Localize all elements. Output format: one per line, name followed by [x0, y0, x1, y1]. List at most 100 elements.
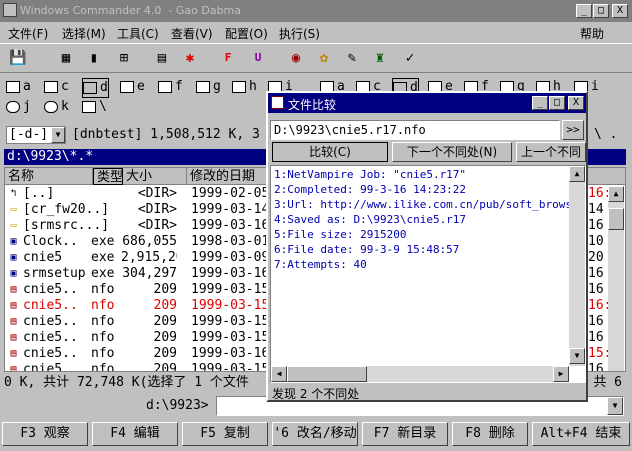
cdrom-icon: [6, 100, 20, 113]
drive-icon: [158, 80, 172, 93]
column-header-name[interactable]: 名称: [5, 168, 93, 185]
lock-icon[interactable]: ♜: [370, 48, 390, 68]
compare-line: 4:Saved as: D:\9923\cnie5.r17: [274, 213, 467, 226]
dialog-title-bar: 文件比较 _ □ X: [268, 93, 586, 113]
parent-dir-icon: ↰: [10, 188, 17, 199]
right-panel-time-fragment: 10: [588, 234, 604, 249]
scroll-down-icon[interactable]: ▼: [569, 348, 585, 364]
document-icon: ▤: [10, 332, 17, 343]
floppy-icon[interactable]: 💾: [8, 48, 28, 68]
file-date: 1999-03-16: [191, 218, 270, 233]
file-size: 209: [153, 298, 177, 313]
menu-file[interactable]: 文件(F): [8, 25, 48, 42]
prev-diff-button[interactable]: 上一个不同: [516, 142, 586, 162]
drive-h[interactable]: h: [232, 78, 257, 96]
drive-icon: [44, 80, 58, 93]
compare-text-view[interactable]: 1:NetVampire Job: "cnie5.r17" 2:Completed…: [270, 165, 586, 383]
drive-e[interactable]: e: [120, 78, 145, 96]
scroll-left-icon[interactable]: ◀: [271, 366, 287, 382]
drive-a[interactable]: a: [6, 78, 31, 96]
dialog-vertical-scrollbar[interactable]: ▲ ▼: [569, 166, 585, 366]
file-date: 1999-03-15: [191, 330, 270, 345]
url-icon[interactable]: U: [248, 48, 268, 68]
notepad-icon[interactable]: ✎: [342, 48, 362, 68]
f4-edit-button[interactable]: F4 编辑: [92, 422, 178, 446]
file-name: [cr_fw20..]: [23, 202, 110, 217]
chevron-down-icon[interactable]: ▼: [51, 127, 65, 143]
minimize-button[interactable]: _: [576, 4, 592, 18]
file-ext: exe: [91, 250, 115, 265]
compare-file-path[interactable]: D:\9923\cnie5.r17.nfo: [270, 120, 560, 140]
scroll-up-icon[interactable]: ▲: [569, 166, 585, 182]
drive-c[interactable]: c: [44, 78, 69, 96]
f5-copy-button[interactable]: F5 复制: [182, 422, 268, 446]
column-header-size[interactable]: 大小: [123, 168, 187, 185]
drive-j[interactable]: j: [6, 98, 31, 116]
dialog-close-button[interactable]: X: [568, 96, 584, 110]
drive-icon: [83, 81, 97, 94]
drive-g[interactable]: g: [196, 78, 221, 96]
copy-names-icon[interactable]: ▤: [152, 48, 172, 68]
next-diff-button[interactable]: 下一个不同处(N): [392, 142, 512, 162]
grid-icon[interactable]: ▦: [56, 48, 76, 68]
compare-icon: [271, 96, 284, 109]
file-date: 1999-03-16: [191, 346, 270, 361]
pack-icon[interactable]: ◉: [286, 48, 306, 68]
document-icon: ▤: [10, 316, 17, 327]
app-icon[interactable]: [3, 3, 17, 17]
cdrom-icon: [44, 100, 58, 113]
compare-button[interactable]: 比较(C): [272, 142, 388, 162]
scroll-thumb[interactable]: [608, 208, 624, 230]
plug-icon[interactable]: ▮: [84, 48, 104, 68]
file-date: 1998-03-01: [191, 234, 270, 249]
menu-tools[interactable]: 工具(C): [117, 25, 159, 42]
browse-button[interactable]: >>: [562, 120, 584, 140]
scroll-right-icon[interactable]: ▶: [553, 366, 569, 382]
dialog-horizontal-scrollbar[interactable]: ◀ ▶: [271, 366, 569, 382]
tree-icon[interactable]: ⊞: [114, 48, 134, 68]
drive-k[interactable]: k: [44, 98, 69, 116]
vertical-scrollbar[interactable]: ▲: [608, 186, 624, 371]
palette-icon[interactable]: ✿: [314, 48, 334, 68]
file-date: 1999-03-15: [191, 282, 270, 297]
status-right: 共 6: [593, 375, 622, 390]
drive-network[interactable]: \: [82, 98, 107, 116]
f3-view-button[interactable]: F3 观察: [2, 422, 88, 446]
drive-d[interactable]: d: [82, 78, 109, 98]
ftp-icon[interactable]: F: [218, 48, 238, 68]
dialog-maximize-button[interactable]: □: [549, 96, 565, 110]
f7-mkdir-button[interactable]: F7 新目录: [362, 422, 448, 446]
scroll-up-icon[interactable]: ▲: [608, 186, 624, 202]
document-icon: ▤: [10, 300, 17, 311]
menu-bar: 文件(F) 选择(M) 工具(C) 查看(V) 配置(O) 执行(S) 帮助: [0, 22, 632, 42]
f8-delete-button[interactable]: F8 删除: [452, 422, 528, 446]
title-bar: Windows Commander 4.0 - Gao Dabma _ □ X: [0, 0, 632, 22]
star-icon[interactable]: ✱: [180, 48, 200, 68]
scroll-thumb[interactable]: [287, 366, 367, 382]
file-size: 304,297: [122, 266, 177, 281]
menu-run[interactable]: 执行(S): [279, 25, 320, 42]
file-date: 1999-03-15: [191, 314, 270, 329]
close-button[interactable]: X: [612, 4, 628, 18]
file-size: 209: [153, 314, 177, 329]
menu-help[interactable]: 帮助: [580, 25, 604, 42]
file-ext: nfo: [91, 330, 115, 345]
column-header-date[interactable]: 修改的日期: [187, 168, 267, 185]
menu-view[interactable]: 查看(V): [171, 25, 213, 42]
drive-f[interactable]: f: [158, 78, 183, 96]
file-size: 209: [153, 282, 177, 297]
maximize-button[interactable]: □: [593, 4, 609, 18]
check-icon[interactable]: ✓: [400, 48, 420, 68]
alt-f4-exit-button[interactable]: Alt+F4 结束: [532, 422, 630, 446]
chevron-down-icon[interactable]: ▼: [607, 397, 623, 415]
dialog-minimize-button[interactable]: _: [532, 96, 548, 110]
right-panel-time-fragment: 16: [588, 282, 604, 297]
menu-select[interactable]: 选择(M): [62, 25, 106, 42]
file-date: 1999-02-05: [191, 186, 270, 201]
drive-combo[interactable]: [-d-] ▼: [6, 126, 66, 144]
right-panel-time-fragment: 16: [588, 330, 604, 345]
column-header-type[interactable]: 类型: [93, 168, 123, 185]
menu-config[interactable]: 配置(O): [225, 25, 268, 42]
file-size: 209: [153, 346, 177, 361]
f6-move-button[interactable]: '6 改名/移动: [272, 422, 358, 446]
